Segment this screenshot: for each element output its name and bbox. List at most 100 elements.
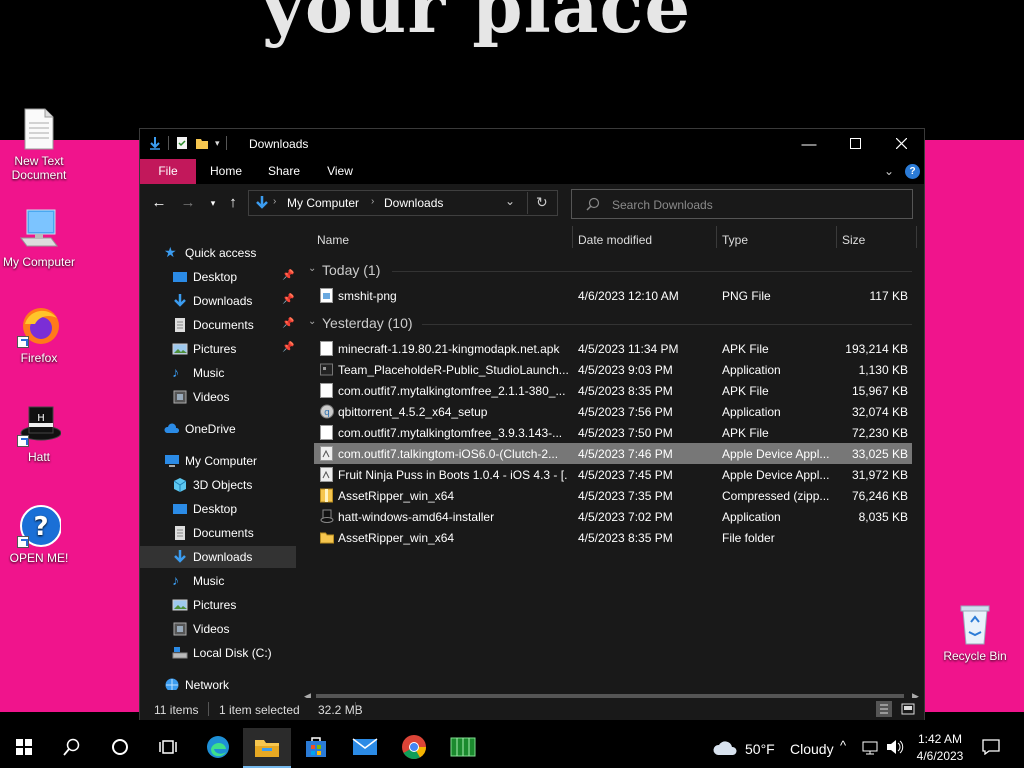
action-center-button[interactable] [968, 728, 1014, 768]
column-header-name[interactable]: Name [300, 222, 570, 252]
taskbar-app-green[interactable] [439, 728, 487, 768]
tab-view[interactable]: View [312, 159, 368, 184]
nav-network[interactable]: Network [140, 674, 296, 690]
nav-3d-objects[interactable]: 3D Objects [140, 474, 296, 496]
file-size: 76,246 KB [851, 489, 908, 503]
taskbar-store[interactable] [292, 728, 340, 768]
text-document-icon [17, 107, 61, 151]
desktop-icon-new-text-document[interactable]: New Text Document [0, 107, 78, 182]
task-view-button[interactable] [144, 728, 192, 768]
customize-toolbar-chevron-icon[interactable]: ▾ [215, 138, 220, 149]
details-view-icon[interactable] [876, 701, 892, 717]
group-header-today[interactable]: ⌄ Today (1) [300, 260, 924, 282]
nav-quick-access[interactable]: ★ Quick access [140, 242, 296, 264]
nav-pc-documents[interactable]: Documents [140, 522, 296, 544]
clock-date[interactable]: 4/6/2023 [914, 749, 966, 763]
properties-icon[interactable] [175, 136, 189, 150]
file-type: Application [722, 510, 781, 524]
wallpaper-top: your place [0, 0, 1024, 140]
title-bar[interactable]: ▾ Downloads — [140, 129, 924, 159]
nav-pc-music[interactable]: ♪ Music [140, 570, 296, 592]
column-divider[interactable] [572, 226, 573, 248]
taskbar-mail[interactable] [341, 728, 389, 768]
file-row[interactable]: AssetRipper_win_x64 4/5/2023 8:35 PM Fil… [314, 527, 912, 548]
file-row[interactable]: q qbittorrent_4.5.2_x64_setup 4/5/2023 7… [314, 401, 912, 422]
address-dropdown-chevron-icon[interactable]: ⌄ [505, 194, 515, 208]
nav-local-disk[interactable]: Local Disk (C:) [140, 642, 296, 664]
close-button[interactable] [878, 129, 924, 159]
nav-quick-documents[interactable]: Documents 📌 [140, 314, 296, 336]
column-header-size[interactable]: Size [838, 222, 916, 252]
file-row[interactable]: com.outfit7.mytalkingtomfree_3.9.3.143-.… [314, 422, 912, 443]
refresh-icon[interactable]: ↻ [536, 194, 548, 211]
file-size: 8,035 KB [858, 510, 908, 524]
tab-share[interactable]: Share [256, 159, 312, 184]
svg-text:H: H [37, 413, 45, 424]
volume-icon[interactable] [886, 739, 904, 758]
recent-locations-button[interactable]: ▾ [203, 193, 223, 213]
shortcut-arrow-icon [17, 536, 29, 548]
nav-pc-downloads[interactable]: Downloads [140, 546, 296, 568]
file-date: 4/5/2023 11:34 PM [578, 342, 679, 356]
back-button[interactable]: ← [149, 193, 169, 213]
expand-ribbon-icon[interactable]: ⌄ [884, 164, 894, 178]
group-header-yesterday[interactable]: ⌄ Yesterday (10) [300, 313, 924, 335]
file-row[interactable]: com.outfit7.mytalkingtomfree_2.1.1-380_.… [314, 380, 912, 401]
file-name: qbittorrent_4.5.2_x64_setup [338, 405, 488, 419]
nav-quick-music[interactable]: ♪ Music [140, 362, 296, 384]
nav-pc-pictures[interactable]: Pictures [140, 594, 296, 616]
file-row[interactable]: smshit-png 4/6/2023 12:10 AM PNG File 11… [314, 285, 912, 306]
chrome-icon [401, 734, 427, 763]
file-row[interactable]: minecraft-1.19.80.21-kingmodapk.net.apk … [314, 338, 912, 359]
column-divider[interactable] [836, 226, 837, 248]
file-name: smshit-png [338, 289, 397, 303]
taskbar-file-explorer[interactable] [243, 728, 291, 768]
taskbar-chrome[interactable] [390, 728, 438, 768]
search-box[interactable]: Search Downloads [571, 189, 913, 219]
desktop-icon-my-computer[interactable]: My Computer [0, 208, 78, 269]
tab-file[interactable]: File [140, 159, 196, 184]
tab-home[interactable]: Home [198, 159, 254, 184]
desktop-icon-recycle-bin[interactable]: Recycle Bin [936, 602, 1014, 663]
column-divider[interactable] [916, 226, 917, 248]
nav-label: Quick access [185, 246, 257, 260]
address-bar[interactable]: › My Computer › Downloads ⌄ ↻ [248, 190, 558, 216]
column-header-type[interactable]: Type [718, 222, 836, 252]
minimize-button[interactable]: — [786, 129, 832, 159]
file-row[interactable]: Fruit Ninja Puss in Boots 1.0.4 - iOS 4.… [314, 464, 912, 485]
nav-onedrive[interactable]: OneDrive [140, 418, 296, 440]
column-divider[interactable] [716, 226, 717, 248]
window-title: Downloads [249, 137, 309, 151]
file-row[interactable]: Team_PlaceholdeR-Public_StudioLaunch... … [314, 359, 912, 380]
search-button[interactable] [48, 728, 96, 768]
desktop-icon-hatt[interactable]: H Hatt [0, 403, 78, 464]
forward-button[interactable]: → [178, 193, 198, 213]
pin-icon: 📌 [282, 270, 295, 281]
cortana-button[interactable] [96, 728, 144, 768]
help-icon[interactable]: ? [905, 164, 920, 179]
desktop-icon-open-me[interactable]: ? OPEN ME! [0, 504, 78, 565]
nav-quick-pictures[interactable]: Pictures 📌 [140, 338, 296, 360]
large-icons-view-icon[interactable] [900, 701, 916, 717]
up-button[interactable]: ↑ [223, 193, 243, 213]
maximize-button[interactable] [832, 129, 878, 159]
new-folder-icon[interactable] [195, 136, 209, 150]
desktop-icon-firefox[interactable]: Firefox [0, 304, 78, 365]
taskbar-edge[interactable] [194, 728, 242, 768]
nav-my-computer[interactable]: My Computer [140, 450, 296, 472]
start-button[interactable] [0, 728, 48, 768]
file-row[interactable]: AssetRipper_win_x64 4/5/2023 7:35 PM Com… [314, 485, 912, 506]
breadcrumb-my-computer[interactable]: My Computer [287, 196, 359, 210]
nav-pc-desktop[interactable]: Desktop [140, 498, 296, 520]
nav-pc-videos[interactable]: Videos [140, 618, 296, 640]
nav-quick-downloads[interactable]: Downloads 📌 [140, 290, 296, 312]
network-status-icon[interactable] [862, 740, 878, 759]
show-hidden-icons-chevron-icon[interactable]: ^ [840, 738, 846, 753]
column-header-date[interactable]: Date modified [574, 222, 714, 252]
nav-quick-desktop[interactable]: Desktop 📌 [140, 266, 296, 288]
file-row-selected[interactable]: com.outfit7.talkingtom-iOS6.0-(Clutch-2.… [314, 443, 912, 464]
clock-time[interactable]: 1:42 AM [916, 732, 964, 746]
nav-quick-videos[interactable]: Videos [140, 386, 296, 408]
breadcrumb-downloads[interactable]: Downloads [384, 196, 443, 210]
file-row[interactable]: hatt-windows-amd64-installer 4/5/2023 7:… [314, 506, 912, 527]
